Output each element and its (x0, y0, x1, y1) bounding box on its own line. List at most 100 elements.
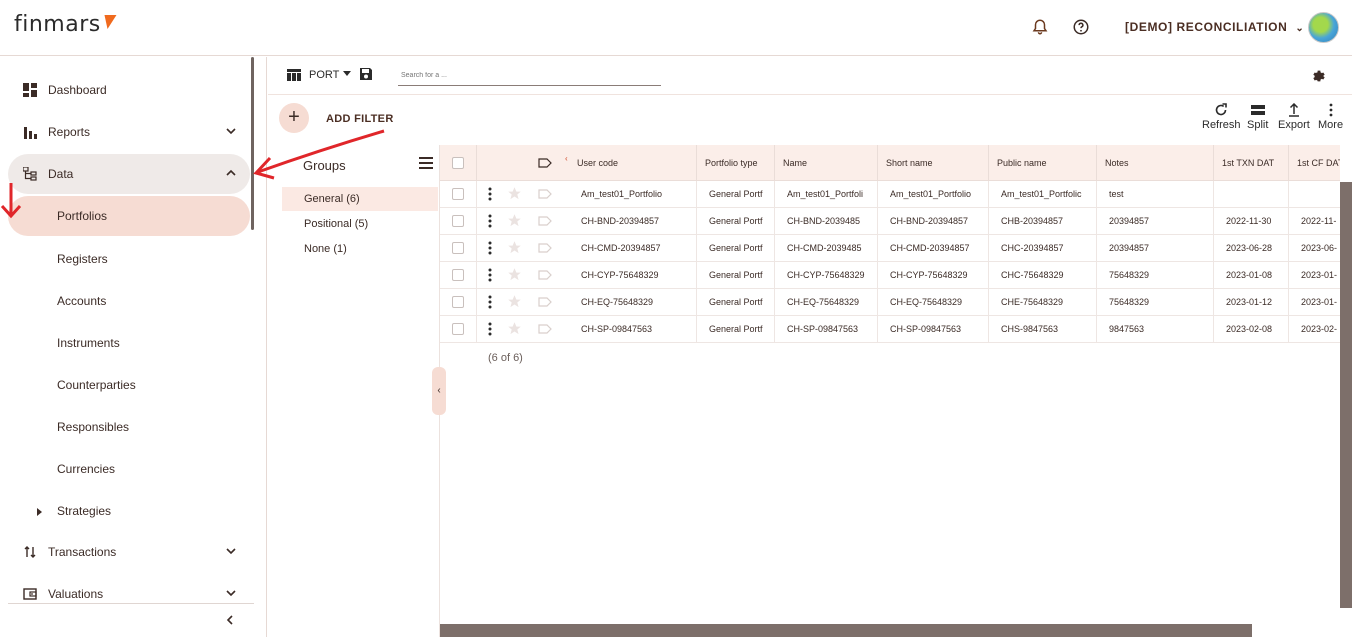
help-icon[interactable] (1072, 18, 1090, 36)
table-row[interactable]: CH-CYP-75648329 General Portf CH-CYP-75648… (440, 262, 1340, 289)
chevron-down-icon[interactable] (224, 586, 238, 600)
table-cell[interactable]: CHC-75648329 (989, 262, 1097, 289)
star-icon[interactable] (507, 294, 522, 309)
sidebar-item-portfolios[interactable]: Portfolios (8, 196, 250, 236)
label-tag-icon[interactable] (538, 324, 552, 334)
table-cell[interactable]: CH-BND-20394857 (878, 208, 989, 235)
finmars-logo[interactable]: finmars (14, 12, 117, 37)
table-cell[interactable]: 9847563 (1097, 316, 1214, 343)
table-cell[interactable]: CH-SP-09847563 (569, 316, 697, 343)
table-cell[interactable]: CH-CYP-75648329 (775, 262, 878, 289)
group-item-general[interactable]: General (6) (282, 187, 438, 211)
label-tag-icon[interactable] (538, 158, 552, 168)
column-header-notes[interactable]: Notes (1097, 145, 1214, 181)
table-cell[interactable]: CHE-75648329 (989, 289, 1097, 316)
column-header-first-txn-date[interactable]: 1st TXN DAT (1214, 145, 1289, 181)
select-all-checkbox[interactable] (452, 157, 464, 169)
table-row[interactable]: Am_test01_Portfolio General Portf Am_test0… (440, 181, 1340, 208)
chevron-down-icon[interactable] (224, 124, 238, 138)
table-cell[interactable]: test (1097, 181, 1214, 208)
label-tag-icon[interactable] (538, 189, 552, 199)
table-cell[interactable] (1289, 181, 1340, 208)
sidebar-item-strategies[interactable]: Strategies (57, 504, 111, 518)
table-cell[interactable]: General Portf (697, 262, 775, 289)
row-menu-icon[interactable] (488, 187, 492, 201)
table-cell[interactable] (1214, 181, 1289, 208)
search-input[interactable] (398, 65, 661, 86)
sidebar-item-valuations[interactable]: Valuations (8, 574, 250, 614)
table-cell[interactable]: General Portf (697, 208, 775, 235)
column-header-public-name[interactable]: Public name (989, 145, 1097, 181)
label-tag-icon[interactable] (538, 243, 552, 253)
star-icon[interactable] (507, 240, 522, 255)
row-checkbox[interactable] (452, 269, 464, 281)
gear-icon[interactable] (1311, 68, 1327, 84)
table-cell[interactable]: CHC-20394857 (989, 235, 1097, 262)
table-cell[interactable]: 2023-02-08 (1214, 316, 1289, 343)
table-row[interactable]: CH-BND-20394857 General Portf CH-BND-20394… (440, 208, 1340, 235)
group-item-none[interactable]: None (1) (282, 237, 438, 261)
row-menu-icon[interactable] (488, 214, 492, 228)
table-row[interactable]: CH-CMD-20394857 General Portf CH-CMD-20394… (440, 235, 1340, 262)
refresh-button[interactable]: Refresh (1202, 103, 1241, 131)
bell-icon[interactable] (1031, 18, 1049, 36)
table-row[interactable]: CH-EQ-75648329 General Portf CH-EQ-7564832… (440, 289, 1340, 316)
table-cell[interactable]: CH-CYP-75648329 (878, 262, 989, 289)
table-cell[interactable]: CH-EQ-75648329 (569, 289, 697, 316)
table-cell[interactable]: 2023-06-28 (1214, 235, 1289, 262)
sidebar-item-data[interactable]: Data (8, 154, 250, 194)
layout-columns-icon[interactable] (287, 69, 301, 81)
table-cell[interactable]: General Portf (697, 316, 775, 343)
table-cell[interactable]: 2023-02- (1289, 316, 1340, 343)
table-cell[interactable]: CH-EQ-75648329 (775, 289, 878, 316)
star-icon[interactable] (507, 186, 522, 201)
chevron-up-icon[interactable] (224, 166, 238, 180)
table-cell[interactable]: 2023-01-08 (1214, 262, 1289, 289)
table-cell[interactable]: 20394857 (1097, 208, 1214, 235)
more-button[interactable]: More (1318, 103, 1343, 131)
table-cell[interactable]: CH-EQ-75648329 (878, 289, 989, 316)
sidebar-item-transactions[interactable]: Transactions (8, 532, 250, 572)
table-cell[interactable]: Am_test01_Portfolio (569, 181, 697, 208)
row-checkbox[interactable] (452, 296, 464, 308)
sidebar-item-dashboard[interactable]: Dashboard (8, 70, 250, 110)
sidebar-item-accounts[interactable]: Accounts (57, 294, 106, 308)
row-menu-icon[interactable] (488, 268, 492, 282)
avatar[interactable] (1308, 12, 1339, 43)
sidebar-item-currencies[interactable]: Currencies (57, 462, 115, 476)
table-cell[interactable]: 2023-01-12 (1214, 289, 1289, 316)
column-header-first-cf-date[interactable]: 1st CF DAT (1289, 145, 1340, 181)
split-button[interactable]: Split (1247, 103, 1268, 131)
table-cell[interactable]: Am_test01_Portfoli (775, 181, 878, 208)
add-filter-button[interactable]: + (279, 103, 309, 133)
column-header-short-name[interactable]: Short name (878, 145, 989, 181)
table-row[interactable]: CH-SP-09847563 General Portf CH-SP-0984756… (440, 316, 1340, 343)
chevron-down-icon[interactable] (224, 544, 238, 558)
chevron-left-icon[interactable]: ‹ (565, 154, 568, 163)
table-cell[interactable]: CHS-9847563 (989, 316, 1097, 343)
row-checkbox[interactable] (452, 323, 464, 335)
table-cell[interactable]: 75648329 (1097, 262, 1214, 289)
table-cell[interactable]: 75648329 (1097, 289, 1214, 316)
export-button[interactable]: Export (1278, 103, 1310, 131)
table-cell[interactable]: Am_test01_Portfolio (878, 181, 989, 208)
label-tag-icon[interactable] (538, 297, 552, 307)
sidebar-item-responsibles[interactable]: Responsibles (57, 420, 129, 434)
table-cell[interactable]: General Portf (697, 181, 775, 208)
sidebar-scrollbar[interactable] (251, 57, 254, 230)
table-cell[interactable]: CH-BND-20394857 (569, 208, 697, 235)
table-cell[interactable]: 2023-06- (1289, 235, 1340, 262)
vertical-scrollbar[interactable] (1340, 182, 1352, 608)
table-cell[interactable]: 2023-01- (1289, 289, 1340, 316)
group-item-positional[interactable]: Positional (5) (282, 212, 438, 236)
sidebar-item-reports[interactable]: Reports (8, 112, 250, 152)
sidebar-item-counterparties[interactable]: Counterparties (57, 378, 136, 392)
table-cell[interactable]: CH-BND-2039485 (775, 208, 878, 235)
table-cell[interactable]: CH-SP-09847563 (775, 316, 878, 343)
add-filter-label[interactable]: ADD FILTER (326, 113, 394, 125)
label-tag-icon[interactable] (538, 216, 552, 226)
column-header-name[interactable]: Name (775, 145, 878, 181)
table-cell[interactable]: CH-CMD-2039485 (775, 235, 878, 262)
row-menu-icon[interactable] (488, 322, 492, 336)
table-cell[interactable]: 2023-01- (1289, 262, 1340, 289)
